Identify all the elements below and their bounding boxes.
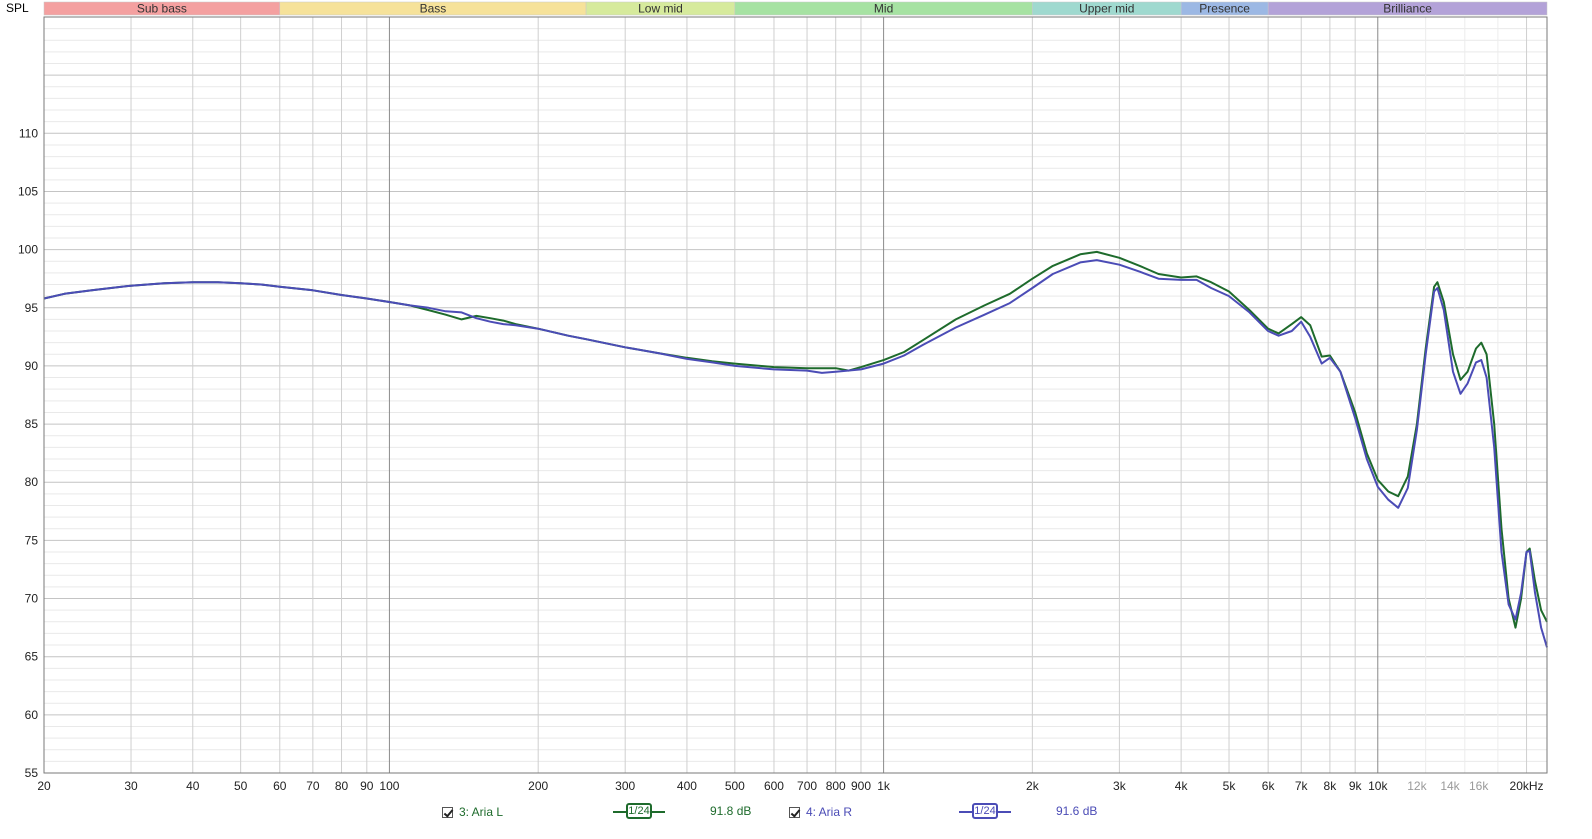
x-tick-label: 600 bbox=[764, 779, 784, 793]
x-tick-label: 30 bbox=[124, 779, 138, 793]
x-tick-label: 50 bbox=[234, 779, 248, 793]
x-tick-label: 80 bbox=[335, 779, 349, 793]
legend-item-aria-r[interactable]: 4: Aria R bbox=[789, 802, 852, 822]
x-tick-label: 400 bbox=[677, 779, 697, 793]
x-tick-label: 200 bbox=[528, 779, 548, 793]
y-tick-label: 80 bbox=[25, 475, 39, 489]
legend-item-aria-l[interactable]: 3: Aria L bbox=[442, 802, 503, 822]
x-tick-label: 500 bbox=[725, 779, 745, 793]
y-tick-label: 110 bbox=[19, 126, 38, 140]
smoothing-label: 1/24 bbox=[972, 803, 998, 819]
x-tick-label: 7k bbox=[1295, 779, 1309, 793]
x-tick-label: 4k bbox=[1175, 779, 1189, 793]
series-visibility-checkbox[interactable] bbox=[789, 806, 800, 818]
band-label: Brilliance bbox=[1383, 2, 1432, 16]
x-tick-label: 10k bbox=[1368, 779, 1388, 793]
series-level: 91.8 dB bbox=[710, 804, 752, 818]
frequency-bands: Sub bass Bass Low mid Mid Upper mid Presence B… bbox=[43, 2, 1548, 16]
x-tick-label: 20kHz bbox=[1510, 779, 1544, 793]
band-label: Low mid bbox=[638, 2, 683, 16]
x-tick-label: 1k bbox=[877, 779, 891, 793]
y-tick-label: 65 bbox=[25, 650, 39, 664]
chart-grid bbox=[43, 16, 1547, 774]
x-tick-label: 70 bbox=[306, 779, 320, 793]
series-level: 91.6 dB bbox=[1056, 804, 1098, 818]
y-tick-label: 95 bbox=[25, 301, 39, 315]
y-tick-label: 105 bbox=[18, 184, 38, 198]
y-tick-label: 85 bbox=[25, 417, 39, 431]
x-tick-label: 40 bbox=[186, 779, 200, 793]
plot-area bbox=[44, 17, 1547, 773]
x-tick-label: 700 bbox=[797, 779, 817, 793]
band-label: Presence bbox=[1199, 2, 1250, 16]
band-label: Mid bbox=[874, 2, 893, 16]
series-visibility-checkbox[interactable] bbox=[442, 806, 453, 818]
y-tick-label: 55 bbox=[25, 766, 39, 780]
series-label: 3: Aria L bbox=[459, 805, 504, 819]
band-label: Bass bbox=[420, 2, 447, 16]
x-tick-label: 100 bbox=[379, 779, 399, 793]
y-tick-label: 60 bbox=[25, 708, 39, 722]
x-tick-label: 90 bbox=[360, 779, 374, 793]
smoothing-selector-aria-r[interactable]: 1/24 bbox=[959, 801, 1011, 821]
x-tick-label: 5k bbox=[1223, 779, 1237, 793]
x-tick-label: 20 bbox=[37, 779, 51, 793]
frequency-response-chart: Sub bass Bass Low mid Mid Upper mid Presence B… bbox=[6, 1, 1548, 793]
y-tick-label: 100 bbox=[18, 243, 38, 257]
band-label: Upper mid bbox=[1079, 2, 1134, 16]
y-tick-label: 70 bbox=[25, 592, 39, 606]
x-tick-label: 60 bbox=[273, 779, 287, 793]
smoothing-label: 1/24 bbox=[626, 803, 652, 819]
x-tick-label: 3k bbox=[1113, 779, 1127, 793]
x-tick-label: 9k bbox=[1349, 779, 1363, 793]
x-tick-label: 12k bbox=[1407, 779, 1427, 793]
x-tick-label: 2k bbox=[1026, 779, 1040, 793]
y-axis-title: SPL bbox=[6, 1, 29, 15]
x-tick-label: 800 bbox=[826, 779, 846, 793]
band-label: Sub bass bbox=[137, 2, 187, 16]
y-tick-label: 75 bbox=[25, 533, 39, 547]
x-tick-label: 8k bbox=[1324, 779, 1338, 793]
smoothing-selector-aria-l[interactable]: 1/24 bbox=[613, 801, 665, 821]
y-tick-label: 90 bbox=[25, 359, 39, 373]
x-tick-label: 6k bbox=[1262, 779, 1276, 793]
series-label: 4: Aria R bbox=[806, 805, 853, 819]
x-tick-label: 14k bbox=[1440, 779, 1460, 793]
x-tick-label: 900 bbox=[851, 779, 871, 793]
x-tick-label: 16k bbox=[1469, 779, 1489, 793]
x-tick-label: 300 bbox=[615, 779, 635, 793]
